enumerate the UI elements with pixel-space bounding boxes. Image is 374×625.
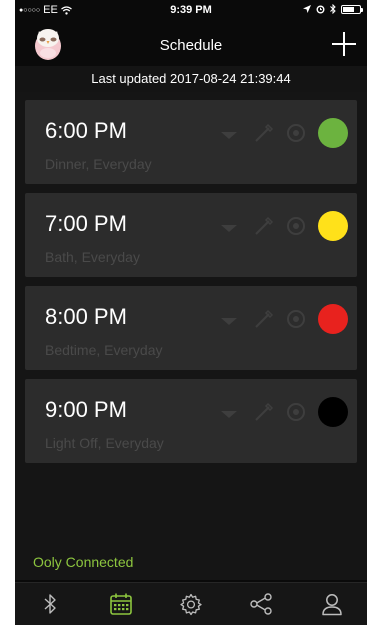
battery-icon (341, 4, 363, 14)
tab-bar (15, 582, 367, 625)
expand-caret-icon[interactable] (221, 132, 237, 139)
color-indicator[interactable] (318, 211, 348, 241)
schedule-subtitle: Dinner, Everyday (45, 156, 152, 172)
brightness-ring-icon[interactable] (287, 403, 305, 421)
app-screen: ●○○○○ EE 9:39 PM Schedule Last updated 2… (15, 0, 367, 625)
schedule-subtitle: Light Off, Everyday (45, 435, 164, 451)
schedule-time: 6:00 PM (45, 118, 127, 143)
add-schedule-button[interactable] (331, 31, 357, 57)
expand-caret-icon[interactable] (221, 318, 237, 325)
brightness-ring-icon[interactable] (287, 310, 305, 328)
status-indicators (303, 4, 363, 14)
user-icon (322, 594, 342, 616)
bluetooth-status-icon (330, 4, 336, 14)
schedule-subtitle: Bedtime, Everyday (45, 342, 163, 358)
schedule-card[interactable]: 8:00 PM Bedtime, Everyday (25, 286, 357, 370)
status-bar: ●○○○○ EE 9:39 PM (15, 0, 367, 20)
brightness-ring-icon[interactable] (287, 217, 305, 235)
schedule-list: 6:00 PM Dinner, Everyday 7:00 PM Bath, E… (15, 92, 367, 580)
settings-gear-icon (180, 593, 202, 616)
share-icon (250, 593, 273, 615)
brightness-ring-icon[interactable] (287, 124, 305, 142)
tab-profile[interactable] (297, 583, 367, 625)
schedule-card[interactable]: 6:00 PM Dinner, Everyday (25, 100, 357, 184)
tab-share[interactable] (226, 583, 296, 625)
calendar-icon (109, 593, 132, 615)
schedule-time: 9:00 PM (45, 397, 127, 422)
alarm-icon (316, 5, 325, 13)
schedule-time: 8:00 PM (45, 304, 127, 329)
page-title: Schedule (159, 37, 223, 54)
edit-wand-icon[interactable] (253, 308, 275, 330)
color-indicator[interactable] (318, 397, 348, 427)
color-indicator[interactable] (318, 118, 348, 148)
bluetooth-icon (44, 594, 56, 614)
tab-settings[interactable] (156, 583, 226, 625)
edit-wand-icon[interactable] (253, 401, 275, 423)
schedule-subtitle: Bath, Everyday (45, 249, 140, 265)
schedule-card[interactable]: 7:00 PM Bath, Everyday (25, 193, 357, 277)
edit-wand-icon[interactable] (253, 215, 275, 237)
tab-schedule[interactable] (85, 583, 155, 625)
connection-status: Ooly Connected (33, 554, 134, 570)
expand-caret-icon[interactable] (221, 411, 237, 418)
schedule-time: 7:00 PM (45, 211, 127, 236)
last-updated-text: Last updated 2017-08-24 21:39:44 (15, 66, 367, 92)
expand-caret-icon[interactable] (221, 225, 237, 232)
tab-bluetooth[interactable] (15, 583, 85, 625)
edit-wand-icon[interactable] (253, 122, 275, 144)
schedule-card[interactable]: 9:00 PM Light Off, Everyday (25, 379, 357, 463)
color-indicator[interactable] (318, 304, 348, 334)
location-arrow-icon (303, 5, 311, 13)
navigation-bar: Schedule (15, 20, 367, 66)
